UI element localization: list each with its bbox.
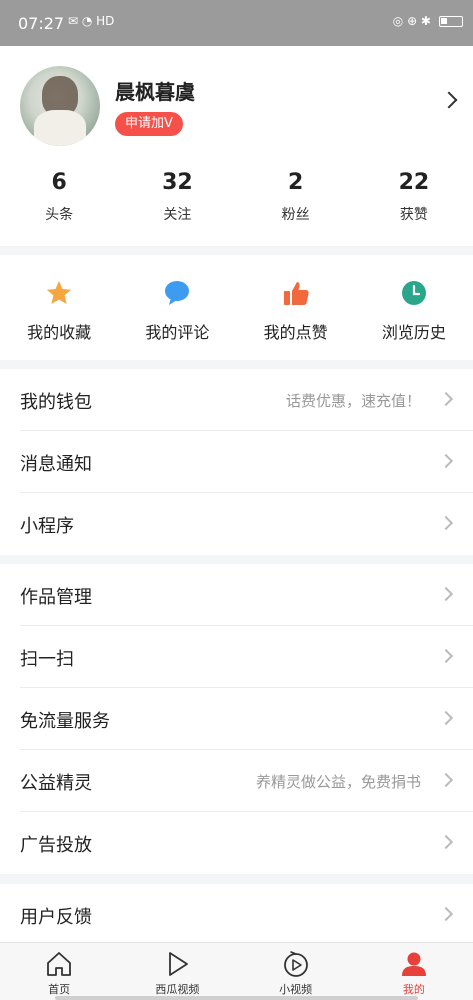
stat-label: 头条: [45, 207, 74, 223]
nav-label: 小视频: [279, 983, 313, 996]
stat-label: 获赞: [399, 207, 428, 223]
menu-group-tools: 作品管理 扫一扫 免流量服务 公益精灵 养精灵做公益，免费捐书 广告投放: [0, 564, 473, 874]
menu-group-feedback: 用户反馈: [0, 884, 473, 946]
menu-item-free-data[interactable]: 免流量服务: [20, 688, 473, 750]
nav-item-home[interactable]: 首页: [0, 943, 118, 1000]
chevron-right-icon: [438, 648, 454, 664]
menu-item-hint: 养精灵做公益，免费捐书: [255, 773, 421, 791]
menu-item-label: 小程序: [20, 516, 74, 537]
menu-item-charity-sprite[interactable]: 公益精灵 养精灵做公益，免费捐书: [20, 750, 473, 812]
chevron-right-icon: [438, 710, 454, 726]
battery-icon: [439, 15, 463, 27]
nav-label: 首页: [48, 983, 71, 996]
stat-value: 6: [51, 170, 67, 195]
nav-label: 西瓜视频: [155, 983, 200, 996]
action-comments[interactable]: 我的评论: [118, 255, 236, 360]
star-icon: [47, 281, 72, 304]
action-label: 我的点赞: [263, 323, 328, 342]
profile-stats: 6 头条 32 关注 2 粉丝 22 获赞: [0, 170, 473, 224]
menu-item-label: 公益精灵: [20, 773, 92, 794]
home-indicator: [55, 996, 418, 1000]
username: 晨枫暮虞: [115, 80, 195, 104]
menu-item-label: 扫一扫: [20, 649, 74, 670]
stat-value: 2: [287, 170, 304, 195]
thumbs-up-icon: [283, 282, 309, 305]
status-right-icons: ◎ ⊕ ✱: [393, 14, 463, 28]
menu-item-label: 消息通知: [20, 454, 92, 475]
user-icon: [401, 952, 426, 976]
stat-label: 粉丝: [281, 207, 310, 223]
chevron-right-icon: [438, 906, 454, 922]
action-favorites[interactable]: 我的收藏: [0, 255, 118, 360]
menu-item-advertising[interactable]: 广告投放: [20, 812, 473, 874]
action-likes[interactable]: 我的点赞: [237, 255, 355, 360]
chevron-right-icon: [438, 586, 454, 602]
stat-label: 关注: [163, 207, 192, 223]
chevron-right-icon: [438, 453, 454, 469]
action-label: 我的评论: [145, 323, 210, 342]
chevron-right-icon: [438, 515, 454, 531]
status-left-icons: ✉ ◔ HD: [68, 14, 115, 28]
stat-likes-received[interactable]: 22 获赞: [355, 170, 473, 224]
quick-actions: 我的收藏 我的评论 我的点赞 浏览历史: [0, 255, 473, 360]
menu-item-notifications[interactable]: 消息通知: [20, 431, 473, 493]
menu-item-mini-programs[interactable]: 小程序: [20, 493, 473, 555]
nav-label: 我的: [402, 983, 425, 996]
menu-item-scan[interactable]: 扫一扫: [20, 626, 473, 688]
menu-item-label: 免流量服务: [20, 711, 110, 732]
action-label: 浏览历史: [381, 323, 446, 342]
chevron-right-icon: [438, 834, 454, 850]
status-time: 07:27: [18, 14, 65, 33]
avatar[interactable]: [20, 66, 100, 146]
nav-item-short-video[interactable]: 小视频: [237, 943, 355, 1000]
chevron-right-icon[interactable]: [440, 91, 458, 109]
action-history[interactable]: 浏览历史: [355, 255, 473, 360]
menu-item-feedback[interactable]: 用户反馈: [20, 884, 473, 946]
menu-group-wallet: 我的钱包 话费优惠，速充值！ 消息通知 小程序: [0, 369, 473, 555]
chevron-right-icon: [438, 772, 454, 788]
apply-verification-button[interactable]: 申请加V: [115, 112, 183, 136]
menu-item-hint: 话费优惠，速充值！: [285, 392, 421, 410]
stat-followers[interactable]: 2 粉丝: [237, 170, 355, 224]
chevron-right-icon: [438, 391, 454, 407]
menu-item-label: 作品管理: [20, 587, 92, 608]
menu-item-label: 我的钱包: [20, 392, 92, 413]
bottom-nav: 首页 西瓜视频 小视频 我的: [0, 942, 473, 1000]
menu-item-label: 广告投放: [20, 835, 92, 856]
menu-item-wallet[interactable]: 我的钱包 话费优惠，速充值！: [20, 369, 473, 431]
stat-following[interactable]: 32 关注: [118, 170, 236, 224]
home-icon: [47, 952, 72, 976]
stat-value: 22: [398, 170, 430, 195]
clock-icon: [401, 281, 426, 305]
menu-item-label: 用户反馈: [20, 907, 92, 928]
status-icons: ◎ ⊕ ✱: [392, 14, 431, 28]
status-bar: 07:27 ✉ ◔ HD ◎ ⊕ ✱: [0, 0, 473, 46]
stat-headlines[interactable]: 6 头条: [0, 170, 118, 224]
comment-icon: [165, 281, 190, 305]
profile-card[interactable]: 晨枫暮虞 申请加V 6 头条 32 关注 2 粉丝 22 获赞: [0, 46, 473, 246]
nav-item-me[interactable]: 我的: [355, 943, 473, 1000]
menu-item-works-management[interactable]: 作品管理: [20, 564, 473, 626]
play-icon: [169, 952, 189, 976]
nav-item-xigua-video[interactable]: 西瓜视频: [118, 943, 236, 1000]
stat-value: 32: [162, 170, 193, 195]
action-label: 我的收藏: [27, 323, 92, 342]
short-video-icon: [283, 951, 308, 977]
